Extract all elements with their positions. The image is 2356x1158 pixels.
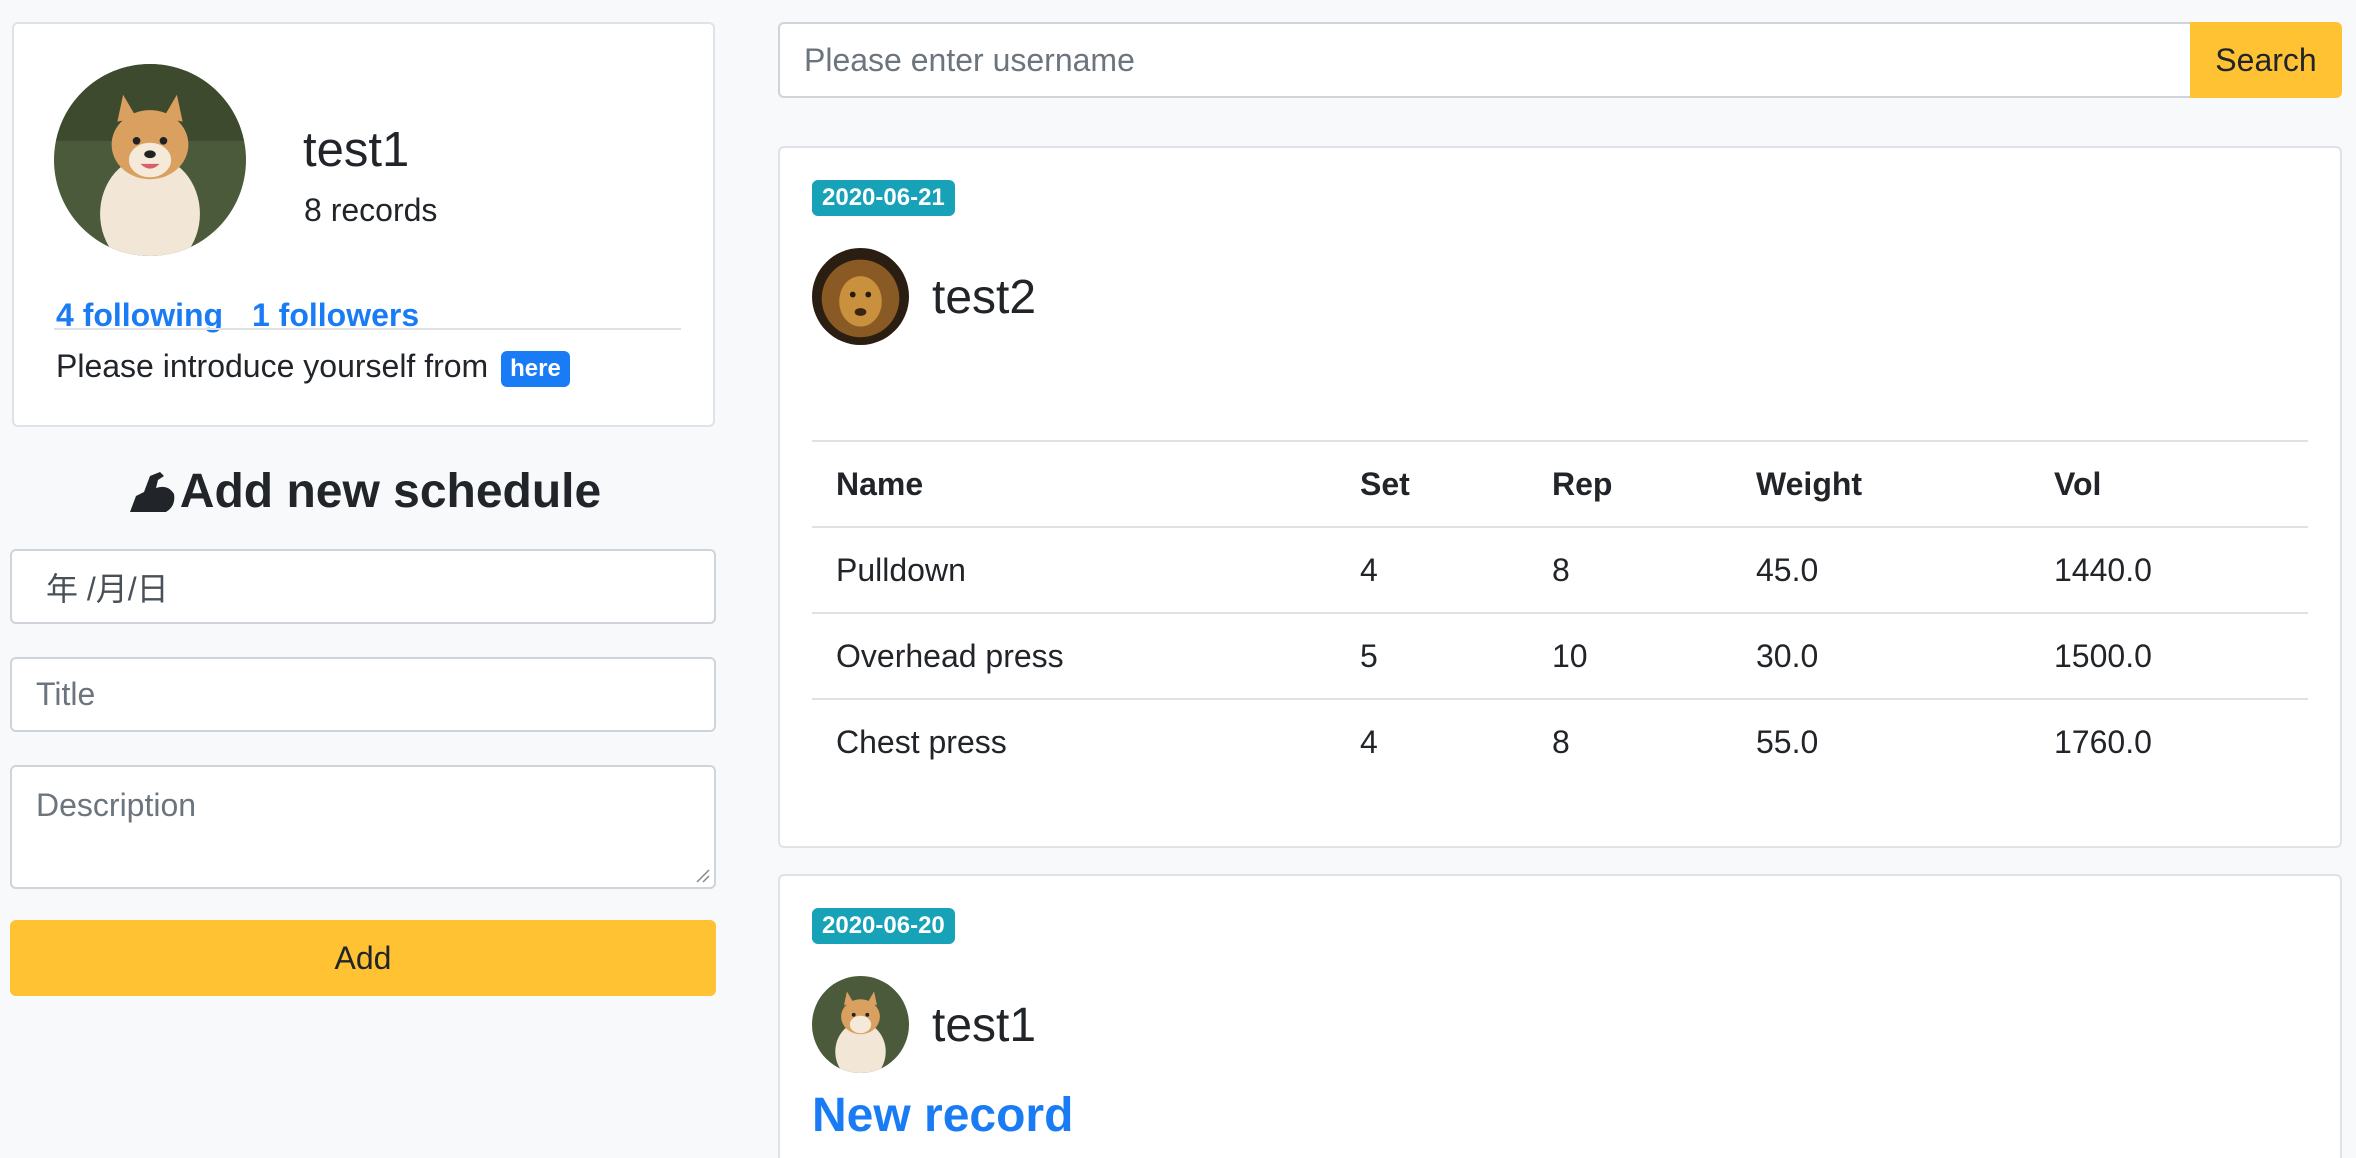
search-placeholder: Please enter username [804, 41, 1135, 78]
workout-table: Name Set Rep Weight Vol Pulldown 4 8 45.… [812, 440, 2308, 785]
intro-here-link[interactable]: here [501, 350, 570, 387]
cell-rep: 8 [1528, 526, 1732, 613]
title-placeholder: Title [36, 676, 96, 712]
profile-avatar[interactable] [54, 64, 246, 256]
post-title-link[interactable]: New record [812, 1088, 1073, 1143]
add-schedule-title: Add new schedule [179, 465, 602, 518]
resize-grip-icon[interactable] [694, 867, 710, 883]
post-date-badge: 2020-06-21 [812, 180, 955, 216]
col-header-rep: Rep [1528, 440, 1732, 527]
cell-set: 4 [1336, 698, 1528, 785]
col-header-name: Name [812, 440, 1336, 527]
search-button[interactable]: Search [2190, 22, 2342, 98]
post-username[interactable]: test2 [932, 270, 1036, 325]
col-header-vol: Vol [2030, 440, 2308, 527]
divider [54, 328, 681, 330]
cell-weight: 30.0 [1732, 612, 2030, 699]
add-schedule-button[interactable]: Add [10, 920, 716, 996]
user-search-bar: Please enter username Search [778, 22, 2342, 98]
table-row: Chest press 4 8 55.0 1760.0 [812, 698, 2308, 785]
col-header-set: Set [1336, 440, 1528, 527]
cell-rep: 10 [1528, 612, 1732, 699]
table-row: Pulldown 4 8 45.0 1440.0 [812, 526, 2308, 613]
cell-vol: 1440.0 [2030, 526, 2308, 613]
profile-username: test1 [303, 123, 410, 177]
post-username[interactable]: test1 [932, 998, 1036, 1053]
username-search-input[interactable]: Please enter username [778, 22, 2190, 98]
cell-weight: 45.0 [1732, 526, 2030, 613]
profile-record-count: 8 records [304, 192, 438, 228]
intro-prompt: Please introduce yourself from here [56, 348, 570, 387]
cell-name: Pulldown [812, 526, 1336, 613]
cell-vol: 1500.0 [2030, 612, 2308, 699]
cell-weight: 55.0 [1732, 698, 2030, 785]
cell-set: 4 [1336, 526, 1528, 613]
profile-card: test1 8 records 4 following 1 followers … [12, 22, 715, 427]
add-schedule-heading: Add new schedule [12, 464, 715, 519]
schedule-description-textarea[interactable]: Description [10, 765, 716, 889]
post-date-badge: 2020-06-20 [812, 908, 955, 944]
left-column: test1 8 records 4 following 1 followers … [10, 22, 716, 996]
description-placeholder: Description [36, 787, 197, 823]
table-row: Overhead press 5 10 30.0 1500.0 [812, 612, 2308, 699]
flexed-bicep-icon [129, 471, 175, 512]
date-value: 年 /月/日 [46, 570, 169, 607]
feed-post: 2020-06-21 test2 Name Set Rep Weight Vol [778, 146, 2342, 848]
schedule-title-input[interactable]: Title [10, 657, 716, 732]
post-avatar[interactable] [812, 248, 909, 345]
table-header-row: Name Set Rep Weight Vol [812, 440, 2308, 527]
cell-name: Chest press [812, 698, 1336, 785]
cell-vol: 1760.0 [2030, 698, 2308, 785]
schedule-date-input[interactable]: 年 /月/日 [10, 549, 716, 624]
cell-rep: 8 [1528, 698, 1732, 785]
col-header-weight: Weight [1732, 440, 2030, 527]
feed-post: 2020-06-20 test1 New record [778, 874, 2342, 1158]
intro-text: Please introduce yourself from [56, 348, 489, 384]
post-avatar[interactable] [812, 976, 909, 1073]
cell-name: Overhead press [812, 612, 1336, 699]
cell-set: 5 [1336, 612, 1528, 699]
